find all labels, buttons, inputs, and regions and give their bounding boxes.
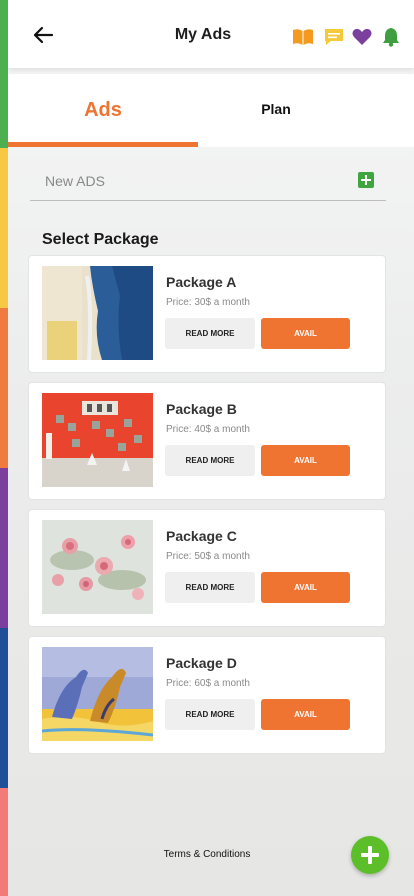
plus-icon[interactable]	[351, 836, 389, 874]
tab-ads[interactable]: Ads	[8, 74, 198, 147]
app-screen: My Ads Ads Plan New ADS Select Package P…	[8, 0, 414, 896]
package-c-image	[42, 520, 153, 614]
side-stripe-green	[0, 0, 8, 148]
book-icon[interactable]	[292, 27, 314, 47]
side-stripe-orange	[0, 308, 8, 468]
package-price: Price: 60$ a month	[166, 678, 250, 689]
package-a-image	[42, 266, 153, 360]
read-more-button[interactable]: READ MORE	[165, 318, 255, 349]
package-price: Price: 40$ a month	[166, 424, 250, 435]
top-bar: My Ads	[8, 0, 414, 68]
tab-plan-label: Plan	[261, 101, 291, 117]
side-stripe-pink	[0, 788, 8, 896]
tab-plan[interactable]: Plan	[198, 74, 354, 147]
package-card: Package C Price: 50$ a month READ MORE A…	[28, 509, 386, 627]
package-d-image	[42, 647, 153, 741]
read-more-button[interactable]: READ MORE	[165, 699, 255, 730]
avail-button[interactable]: AVAIL	[261, 699, 350, 730]
side-stripe-purple	[0, 468, 8, 628]
tab-bar: Ads Plan	[8, 74, 414, 147]
package-card: Package D Price: 60$ a month READ MORE A…	[28, 636, 386, 754]
read-more-button[interactable]: READ MORE	[165, 445, 255, 476]
section-title: Select Package	[42, 231, 159, 248]
heart-icon[interactable]	[351, 27, 373, 47]
package-card: Package B Price: 40$ a month READ MORE A…	[28, 382, 386, 500]
new-ads-row[interactable]: New ADS	[30, 166, 386, 201]
avail-button[interactable]: AVAIL	[261, 318, 350, 349]
add-square-icon[interactable]	[358, 172, 374, 188]
bell-icon[interactable]	[380, 27, 402, 47]
package-card: Package A Price: 30$ a month READ MORE A…	[28, 255, 386, 373]
read-more-button[interactable]: READ MORE	[165, 572, 255, 603]
package-name: Package B	[166, 401, 237, 417]
terms-link[interactable]: Terms & Conditions	[8, 849, 406, 860]
package-price: Price: 30$ a month	[166, 297, 250, 308]
new-ads-label: New ADS	[45, 173, 105, 189]
avail-button[interactable]: AVAIL	[261, 572, 350, 603]
package-b-image	[42, 393, 153, 487]
side-stripe-blue	[0, 628, 8, 788]
package-name: Package A	[166, 274, 237, 290]
avail-button[interactable]: AVAIL	[261, 445, 350, 476]
package-name: Package C	[166, 528, 237, 544]
side-stripe-yellow	[0, 148, 8, 308]
tab-ads-label: Ads	[84, 99, 122, 121]
chat-icon[interactable]	[323, 27, 345, 47]
package-name: Package D	[166, 655, 237, 671]
package-price: Price: 50$ a month	[166, 551, 250, 562]
